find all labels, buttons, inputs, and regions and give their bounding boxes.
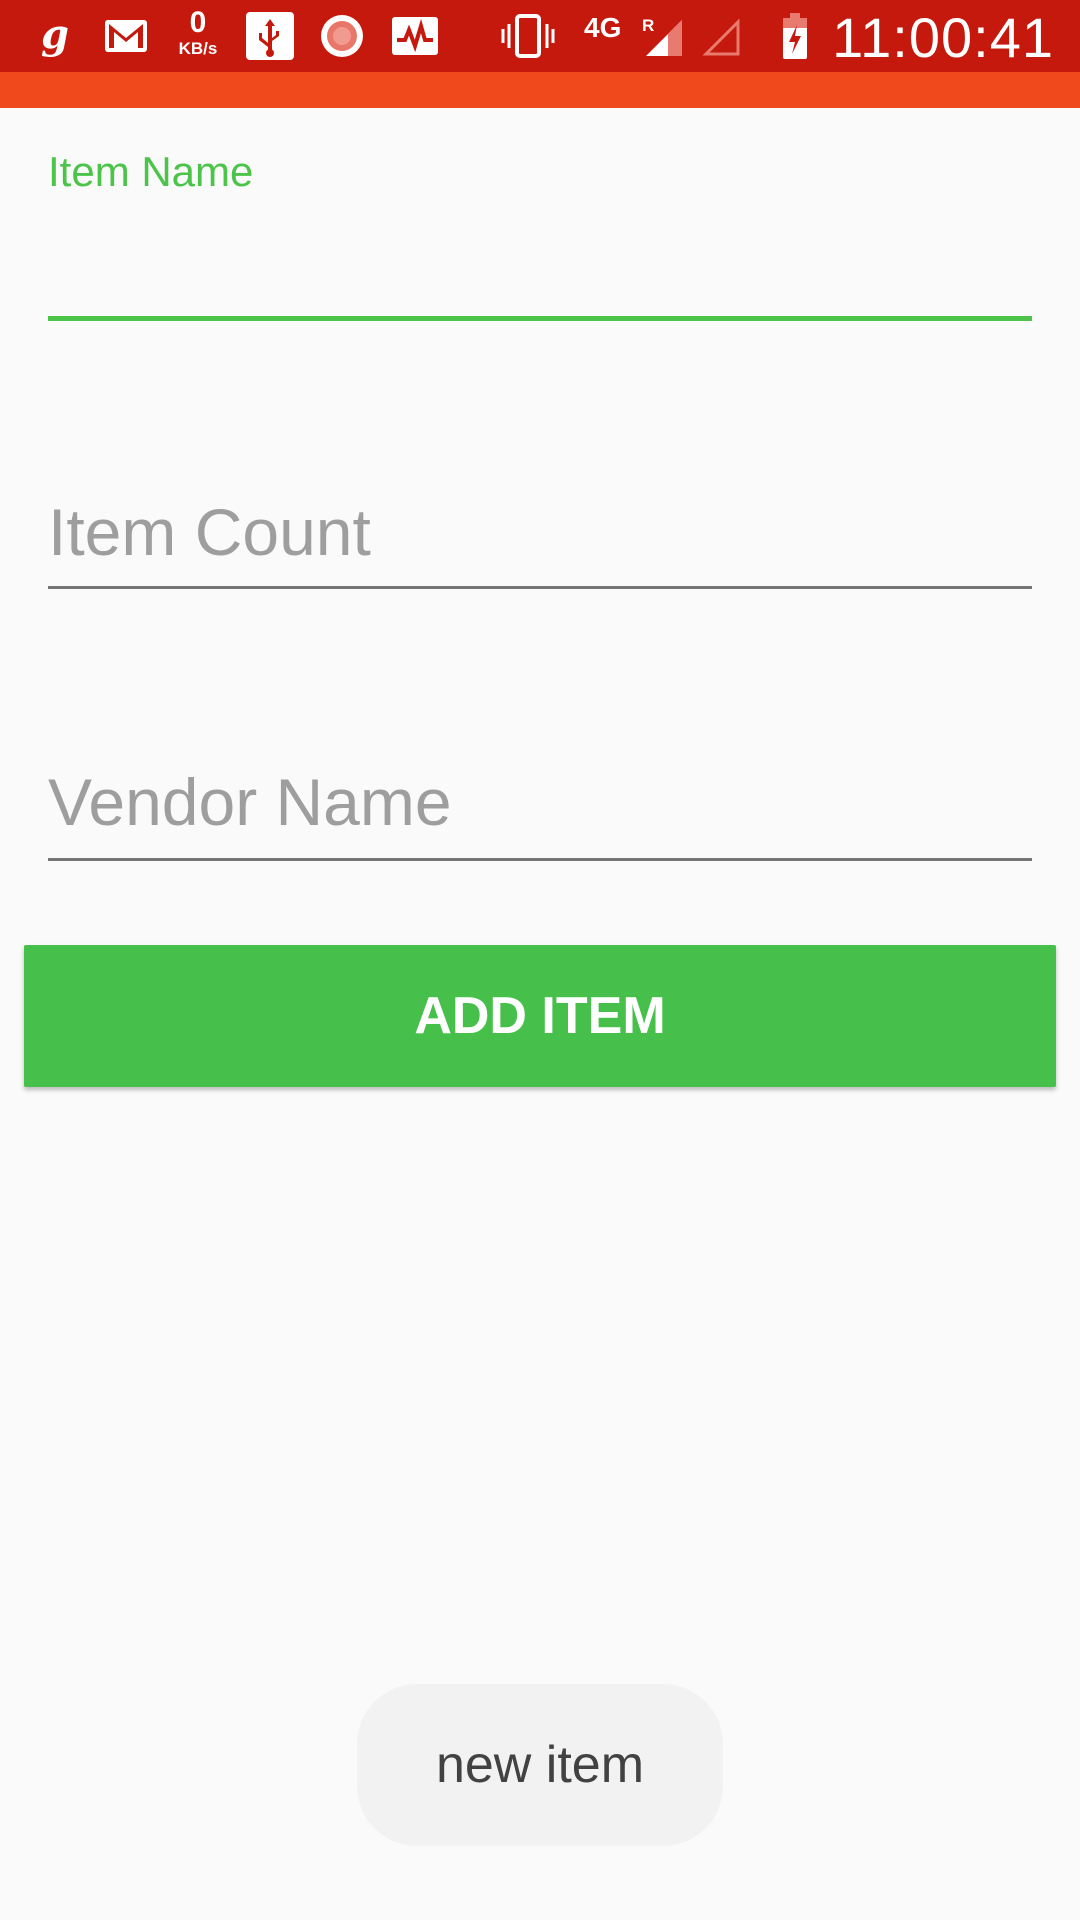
item-name-label: Item Name — [48, 148, 254, 195]
toast-message: new item — [357, 1684, 723, 1846]
vibrate-icon — [500, 0, 556, 72]
add-item-button[interactable]: ADD ITEM — [24, 945, 1056, 1087]
battery-charging-icon — [780, 0, 810, 72]
network-speed-value: 0 — [189, 6, 207, 39]
network-type-label: 4G — [584, 12, 622, 43]
g-app-icon: g — [36, 0, 72, 72]
item-count-underline — [48, 586, 1032, 589]
item-count-field[interactable]: Item Count — [48, 490, 1032, 590]
cell-signal-icon — [642, 0, 684, 72]
vendor-name-placeholder: Vendor Name — [48, 765, 452, 839]
item-name-underline — [48, 316, 1032, 321]
vendor-name-field[interactable]: Vendor Name — [48, 762, 1032, 862]
gmail-icon — [104, 0, 148, 72]
no-signal-icon — [700, 0, 742, 72]
status-bar: g 0 KB/s 4G R 11:00:41 — [0, 0, 1080, 72]
circle-app-icon — [318, 0, 366, 72]
item-name-field[interactable]: Item Name — [48, 148, 1032, 324]
network-speed-unit: KB/s — [178, 39, 218, 58]
app-bar — [0, 72, 1080, 108]
svg-text:g: g — [41, 14, 69, 58]
activity-monitor-icon — [390, 0, 440, 72]
usb-icon — [244, 0, 296, 72]
vendor-name-underline — [48, 858, 1032, 861]
network-speed: 0 KB/s — [168, 8, 228, 68]
clock: 11:00:41 — [832, 6, 1054, 69]
item-count-placeholder: Item Count — [48, 495, 371, 569]
